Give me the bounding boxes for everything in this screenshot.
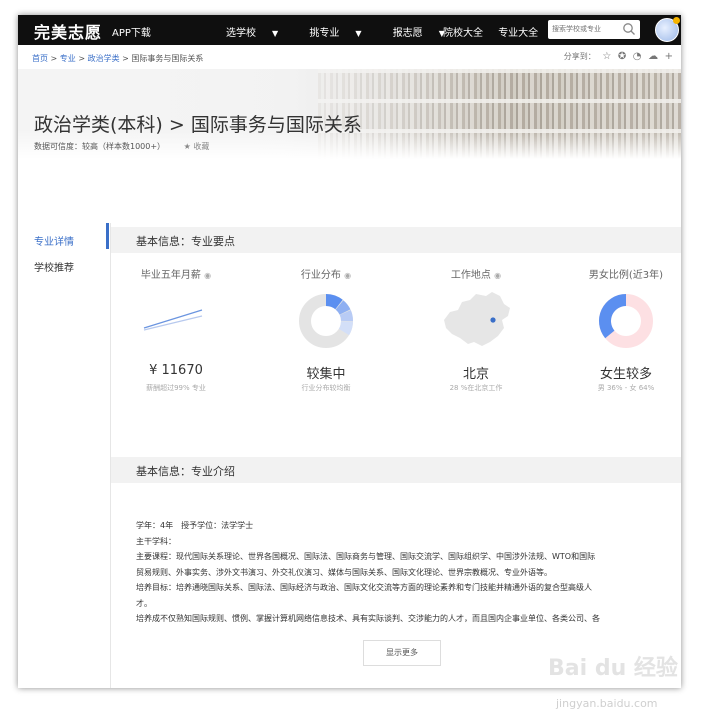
nav-schools-all[interactable]: 院校大全 <box>443 28 483 39</box>
chevron-down-icon: ▼ <box>272 29 279 38</box>
favorite-button[interactable]: ★ 收藏 <box>184 142 210 151</box>
breadcrumb-sep: > <box>50 54 58 63</box>
breadcrumb-category[interactable]: 政治学类 <box>88 54 120 63</box>
stat-salary: 毕业五年月薪 ◉ ¥ 11670 薪酬超过99% 专业 <box>106 266 246 406</box>
intro-line: 贸易规则、外事实务、涉外文书演习、外交礼仪演习、媒体与国际关系、国际文化理论、世… <box>136 567 552 577</box>
eye-icon[interactable]: ◉ <box>204 271 211 280</box>
industry-slice-4 <box>338 321 353 336</box>
intro-line: 主要课程：现代国际关系理论、世界各国概况、国际法、国际商务与管理、国际交流学、国… <box>136 552 596 561</box>
credibility-text: 数据可信度：较高（样本数1000+） <box>34 142 166 151</box>
intro-line: 主干学科： <box>136 536 176 546</box>
page-title: 政治学类(本科) > 国际事务与国际关系 <box>34 114 362 136</box>
stat-value: 较集中 <box>306 367 346 382</box>
gender-male-slice <box>599 294 627 339</box>
intro-line: 培养成不仅熟知国际规则、惯例、掌握计算机网络信息技术、具有实际谈判、交涉能力的人… <box>136 614 600 623</box>
hero-banner: 政治学类(本科) > 国际事务与国际关系 数据可信度：较高（样本数1000+） … <box>18 69 681 159</box>
search-input[interactable] <box>552 22 618 36</box>
search-box <box>548 20 640 39</box>
chevron-down-icon: ▼ <box>355 29 362 38</box>
breadcrumb-current: 国际事务与国际关系 <box>131 54 204 63</box>
china-map-shape <box>444 292 510 346</box>
section-header-intro: 基本信息：专业介绍 <box>111 457 681 483</box>
stat-value: 北京 <box>462 367 489 382</box>
breadcrumb-sep: > <box>78 54 86 63</box>
sidebar-item-details[interactable]: 专业详情 <box>34 233 74 248</box>
star-icon: ★ <box>183 142 191 151</box>
avatar[interactable] <box>655 17 680 42</box>
intro-line: 培养目标：培养通晓国际关系、国际法、国际经济与政治、国际文化交流等方面的理论素养… <box>136 583 592 592</box>
intro-line: 学年：4年 授予学位：法学学士 <box>136 521 254 530</box>
salary-trend-line <box>143 309 203 329</box>
weibo-icon[interactable]: ◔ <box>633 51 642 62</box>
section-title: 基本信息：专业介绍 <box>136 465 235 478</box>
nav-choose-major[interactable]: 挑专业 ▼ <box>309 28 375 39</box>
stat-note: 28 %在北京工作 <box>449 384 503 392</box>
stat-label: 工作地点 ◉ <box>450 270 502 281</box>
browser-page: 完美志愿 APP下载 选学校▼ 挑专业▼ 报志愿▼ 院校大全 专业大全 首页 >… <box>18 15 681 688</box>
stat-value: 女生较多 <box>599 367 652 382</box>
stat-location: 工作地点 ◉ 北京 28 %在北京工作 <box>406 266 546 406</box>
breadcrumb-home[interactable]: 首页 <box>32 54 48 63</box>
breadcrumb: 首页 > 专业 > 政治学类 > 国际事务与国际关系 <box>32 53 203 64</box>
industry-donut-chart <box>299 293 353 348</box>
nav-menu: 选学校 ▼ 挑专业 ▼ 报志愿 ▼ <box>226 24 473 39</box>
plus-icon[interactable]: + <box>665 51 673 62</box>
site-logo[interactable]: 完美志愿 <box>34 19 102 43</box>
top-nav: 完美志愿 APP下载 选学校 ▼ 挑专业 ▼ 报志愿 ▼ 院校大全 专业大全 <box>18 15 681 45</box>
show-more-button[interactable]: 显示更多 <box>363 640 441 666</box>
eye-icon[interactable]: ◉ <box>344 271 351 280</box>
share-bar: 分享到： ☆ ✪ ◔ ☁ + <box>564 51 673 62</box>
stat-note: 男 36% - 女 64% <box>597 384 655 392</box>
gender-donut-chart <box>599 294 653 348</box>
china-map-icon <box>444 292 510 346</box>
star-icon[interactable]: ☆ <box>602 51 611 62</box>
stat-label: 毕业五年月薪 ◉ <box>140 270 212 281</box>
industry-slice-2 <box>335 300 351 315</box>
eye-icon[interactable]: ◉ <box>494 271 501 280</box>
stat-note: 薪酬超过99% 专业 <box>146 384 206 392</box>
industry-slice-1 <box>325 293 343 310</box>
nav-right: 院校大全 专业大全 <box>443 24 550 39</box>
nav-choose-school[interactable]: 选学校 ▼ <box>226 28 292 39</box>
sidebar-item-schools[interactable]: 学校推荐 <box>34 259 74 274</box>
intro-line: 才。 <box>136 598 152 608</box>
notification-dot <box>673 17 680 24</box>
salary-trend-chart <box>143 309 203 331</box>
major-intro: 学年：4年 授予学位：法学学士 主干学科： 主要课程：现代国际关系理论、世界各国… <box>136 518 676 627</box>
qzone-icon[interactable]: ✪ <box>618 51 626 62</box>
industry-slice-3 <box>339 310 353 322</box>
stat-label: 行业分布 ◉ <box>300 270 352 281</box>
stat-industry: 行业分布 ◉ 较集中 行业分布较均衡 <box>256 266 396 406</box>
credibility: 数据可信度：较高（样本数1000+） ★ 收藏 <box>34 141 209 152</box>
section-header-key-points: 基本信息：专业要点 <box>111 227 681 253</box>
stat-note: 行业分布较均衡 <box>301 384 351 392</box>
stat-value: ¥ 11670 <box>149 363 203 378</box>
app-download-link[interactable]: APP下载 <box>112 24 151 39</box>
wechat-icon[interactable]: ☁ <box>648 51 658 62</box>
sidebar-active-indicator <box>106 223 109 249</box>
watermark-logo: Bai du 经验 <box>548 656 678 681</box>
section-title: 基本信息：专业要点 <box>136 235 235 248</box>
stat-gender: 男女比例(近3年) 女生较多 男 36% - 女 64% <box>556 266 681 406</box>
share-label: 分享到： <box>563 52 596 61</box>
sidebar: 专业详情 学校推荐 <box>18 223 111 688</box>
salary-trend-line-avg <box>143 315 203 331</box>
location-marker <box>490 317 496 323</box>
search-icon[interactable] <box>622 22 636 36</box>
breadcrumb-bar: 首页 > 专业 > 政治学类 > 国际事务与国际关系 分享到： ☆ ✪ ◔ ☁ … <box>18 45 681 69</box>
breadcrumb-major[interactable]: 专业 <box>60 54 76 63</box>
stat-label: 男女比例(近3年) <box>588 270 664 281</box>
watermark-url: jingyan.baidu.com <box>556 697 658 710</box>
nav-majors-all[interactable]: 专业大全 <box>498 28 538 39</box>
breadcrumb-sep: > <box>122 54 129 63</box>
